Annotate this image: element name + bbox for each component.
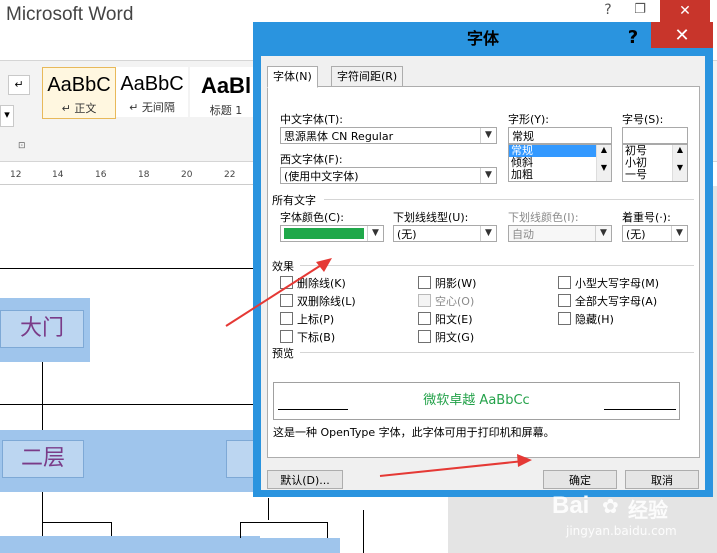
watermark-brand: Bai — [552, 492, 590, 519]
watermark-brand-2: 经验 — [628, 498, 668, 522]
baidu-jingyan-watermark: Bai ✿ 经验 jingyan.baidu.com — [548, 490, 717, 553]
paw-icon: ✿ — [602, 494, 619, 518]
watermark-url: jingyan.baidu.com — [566, 524, 677, 538]
arrow-to-font-color — [225, 258, 332, 327]
tab-font[interactable]: 字体(N) — [267, 66, 318, 88]
arrow-to-ok-button — [379, 454, 532, 477]
annotation-arrows — [225, 258, 532, 477]
